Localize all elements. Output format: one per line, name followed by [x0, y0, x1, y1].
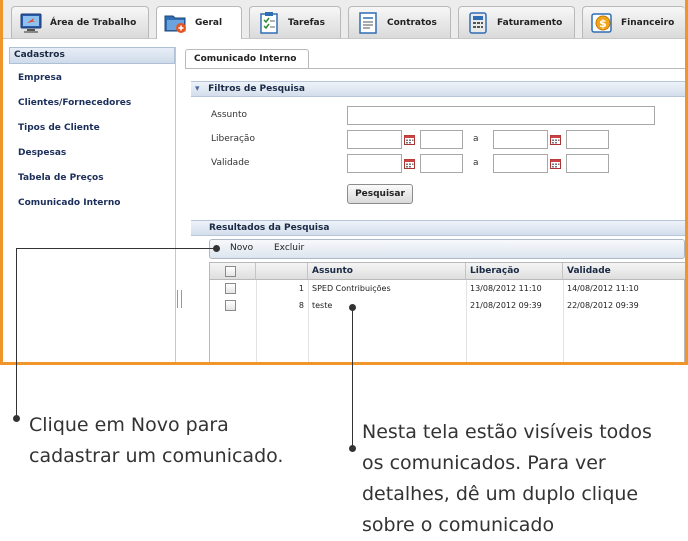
note-new-button: Clique em Novo para cadastrar um comunic… [29, 410, 283, 472]
column-header-liberacao[interactable]: Liberação [466, 263, 563, 280]
row-id: 1 [298, 284, 304, 293]
tab-label: Área de Trabalho [50, 17, 137, 28]
results-table: Assunto Liberação Validade 1 SPED Contri… [209, 262, 685, 362]
row-liberacao: 13/08/2012 11:10 [470, 284, 542, 293]
note-line: Nesta tela estão visíveis todos [362, 421, 652, 443]
content-area: Comunicado Interno ▾ Filtros de Pesquisa… [185, 47, 685, 362]
select-all-header [210, 263, 256, 280]
table-row[interactable]: 8 teste 21/08/2012 09:39 22/08/2012 09:3… [210, 297, 685, 314]
tab-contratos[interactable]: Contratos [348, 6, 451, 38]
tab-financeiro[interactable]: $ Financeiro [582, 6, 685, 38]
validade-end-time-input[interactable] [566, 154, 609, 173]
tab-tarefas[interactable]: Tarefas [249, 6, 341, 38]
sidebar-header: Cadastros [9, 47, 175, 64]
validade-start-time-input[interactable] [420, 154, 463, 173]
main-tab-bar: Área de Trabalho Geral Tarefas Contratos… [3, 0, 685, 39]
callout-line [352, 307, 353, 447]
tab-faturamento[interactable]: Faturamento [458, 6, 575, 38]
callout-dot [13, 415, 20, 422]
desktop-icon [18, 11, 44, 35]
tab-area-de-trabalho[interactable]: Área de Trabalho [11, 6, 149, 38]
tab-comunicado-interno[interactable]: Comunicado Interno [185, 49, 309, 68]
row-validade: 14/08/2012 11:10 [567, 284, 639, 293]
tab-label: Financeiro [621, 17, 675, 28]
sidebar-item-clientes-fornecedores[interactable]: Clientes/Fornecedores [9, 91, 175, 116]
tab-label: Faturamento [497, 17, 563, 28]
calculator-icon [465, 11, 491, 35]
note-results-grid: Nesta tela estão visíveis todos os comun… [362, 417, 652, 541]
delete-button[interactable]: Excluir [274, 243, 304, 253]
new-button[interactable]: Novo [230, 243, 253, 253]
sidebar-item-despesas[interactable]: Despesas [9, 141, 175, 166]
liberacao-start-date-input[interactable] [347, 130, 402, 149]
sidebar-item-tabela-de-precos[interactable]: Tabela de Preços [9, 166, 175, 191]
column-header-id [256, 263, 308, 280]
tab-label: Tarefas [288, 17, 325, 28]
document-icon [355, 11, 381, 35]
assunto-label: Assunto [211, 110, 247, 120]
table-row[interactable]: 1 SPED Contribuições 13/08/2012 11:10 14… [210, 280, 685, 297]
folder-add-icon [163, 11, 189, 35]
tab-label: Contratos [387, 17, 437, 28]
results-toolbar: Novo Excluir [209, 239, 685, 259]
filters-title: Filtros de Pesquisa [208, 84, 305, 94]
tab-geral[interactable]: Geral [156, 6, 242, 39]
tab-label: Geral [195, 18, 223, 28]
callout-dot [349, 445, 356, 452]
range-separator: a [473, 158, 479, 168]
note-line: detalhes, dê um duplo clique [362, 483, 639, 505]
svg-text:$: $ [599, 17, 607, 30]
liberacao-label: Liberação [211, 134, 255, 144]
column-header-validade[interactable]: Validade [563, 263, 685, 280]
sidebar-item-tipos-de-cliente[interactable]: Tipos de Cliente [9, 116, 175, 141]
money-icon: $ [589, 11, 615, 35]
note-line: cadastrar um comunicado. [29, 445, 284, 467]
row-assunto: teste [312, 301, 333, 310]
assunto-input[interactable] [347, 106, 655, 125]
liberacao-end-time-input[interactable] [566, 130, 609, 149]
select-all-checkbox[interactable] [225, 266, 236, 277]
checklist-icon [256, 11, 282, 35]
column-header-assunto[interactable]: Assunto [308, 263, 466, 280]
sidebar-item-empresa[interactable]: Empresa [9, 66, 175, 91]
calendar-icon[interactable] [550, 135, 561, 145]
calendar-icon[interactable] [550, 159, 561, 169]
note-line: sobre o comunicado [362, 514, 555, 536]
callout-line [16, 248, 17, 418]
row-checkbox[interactable] [225, 283, 236, 294]
app-frame: Área de Trabalho Geral Tarefas Contratos… [0, 0, 688, 365]
results-title: Resultados da Pesquisa [209, 223, 330, 233]
validade-end-date-input[interactable] [493, 154, 548, 173]
callout-line [16, 248, 216, 249]
row-liberacao: 21/08/2012 09:39 [470, 301, 542, 310]
row-id: 8 [298, 301, 304, 310]
search-button[interactable]: Pesquisar [347, 184, 413, 204]
sidebar-item-comunicado-interno[interactable]: Comunicado Interno [9, 191, 175, 216]
range-separator: a [473, 134, 479, 144]
row-checkbox[interactable] [225, 300, 236, 311]
sidebar: Cadastros Empresa Clientes/Fornecedores … [9, 47, 176, 362]
validade-label: Validade [211, 158, 250, 168]
note-line: Clique em Novo para [29, 414, 229, 436]
liberacao-start-time-input[interactable] [420, 130, 463, 149]
note-line: os comunicados. Para ver [362, 452, 606, 474]
filters-panel-header[interactable]: ▾ Filtros de Pesquisa [191, 81, 685, 97]
collapse-icon[interactable]: ▾ [195, 82, 205, 96]
row-assunto: SPED Contribuições [312, 284, 391, 293]
calendar-icon[interactable] [404, 159, 415, 169]
results-panel-header: Resultados da Pesquisa [191, 220, 685, 236]
liberacao-end-date-input[interactable] [493, 130, 548, 149]
calendar-icon[interactable] [404, 135, 415, 145]
row-validade: 22/08/2012 09:39 [567, 301, 639, 310]
validade-start-date-input[interactable] [347, 154, 402, 173]
splitter-handle[interactable] [177, 290, 182, 308]
